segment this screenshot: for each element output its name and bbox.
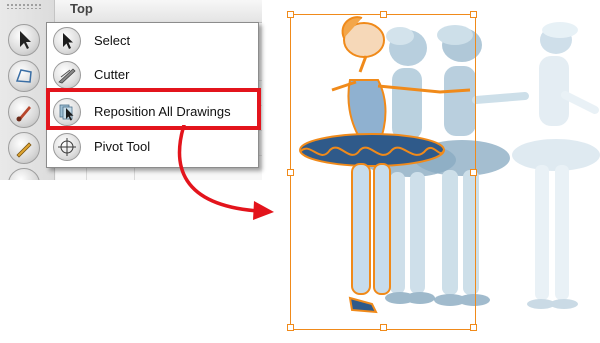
resize-handle-left[interactable] — [287, 169, 294, 176]
resize-handle-top-right[interactable] — [470, 11, 477, 18]
highlight-frame — [46, 88, 261, 130]
brush-icon[interactable] — [8, 96, 40, 128]
menu-item-label: Cutter — [94, 67, 130, 82]
resize-handle-top[interactable] — [380, 11, 387, 18]
ghost-figure-far — [512, 22, 600, 309]
arrow-select-icon — [53, 27, 81, 55]
resize-handle-right[interactable] — [470, 169, 477, 176]
resize-handle-top-left[interactable] — [287, 11, 294, 18]
resize-handle-bottom-right[interactable] — [470, 324, 477, 331]
paint-icon[interactable] — [8, 168, 40, 180]
pivot-crosshair-icon — [53, 133, 81, 161]
view-tab-label: Top — [70, 1, 93, 16]
resize-handle-bottom-left[interactable] — [287, 324, 294, 331]
menu-item-select[interactable]: Select — [47, 25, 258, 57]
toolbar-grip[interactable] — [6, 3, 42, 9]
resize-handle-bottom[interactable] — [380, 324, 387, 331]
selection-bounding-box[interactable] — [287, 11, 477, 331]
cutter-icon — [53, 61, 81, 89]
arrow-tool-icon[interactable] — [8, 24, 40, 56]
menu-item-label: Select — [94, 33, 131, 48]
pencil-icon[interactable] — [8, 132, 40, 164]
menu-item-label: Pivot Tool — [94, 139, 151, 154]
contour-editor-icon[interactable] — [8, 60, 40, 92]
menu-item-cutter[interactable]: Cutter — [47, 59, 258, 91]
